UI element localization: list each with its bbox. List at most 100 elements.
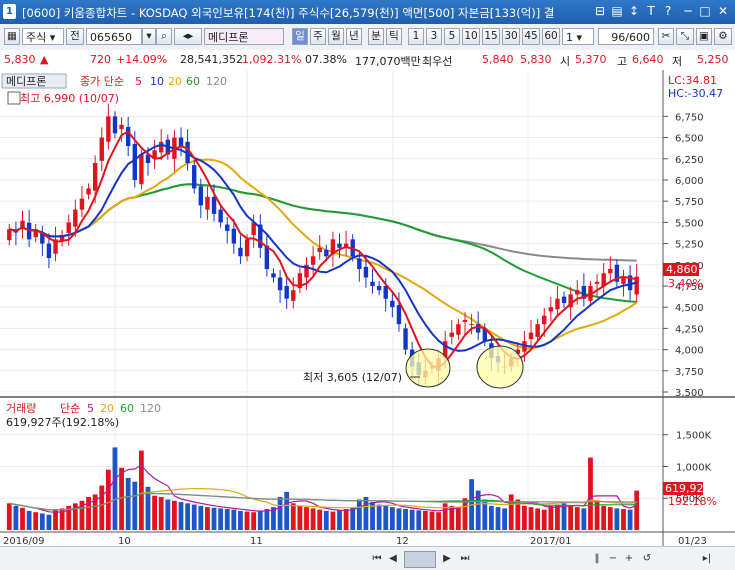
minimize-icon[interactable]: ─ [681, 4, 695, 18]
scroll-thumb[interactable] [404, 551, 436, 568]
candle-body [317, 247, 322, 253]
candle-body [528, 332, 534, 339]
last-volume-pct: 192.18% [668, 495, 717, 508]
code-dropdown-icon[interactable]: ▾ [142, 28, 156, 45]
interval-15-button[interactable]: 15 [482, 28, 500, 45]
window-menu-icon[interactable]: ⊟ [593, 4, 607, 18]
vol-ma-120-label[interactable]: 120 [140, 402, 161, 415]
period-day-tab[interactable]: 일 [292, 28, 308, 45]
stock-name-label: 메디프론 [208, 31, 249, 44]
hc-value: HC:-30.47 [668, 87, 723, 100]
mode-button[interactable]: 전 [66, 28, 84, 45]
maximize-icon[interactable]: □ [698, 4, 712, 18]
scissors-icon[interactable]: ✂ [658, 28, 674, 45]
volume-bar [20, 507, 25, 530]
volume-bar [277, 496, 283, 530]
candle-body [99, 137, 104, 161]
count-input[interactable]: 96/600 [598, 28, 654, 45]
vol-ma-60-label[interactable]: 60 [120, 402, 134, 415]
vol-ma-20-label[interactable]: 20 [100, 402, 114, 415]
volume-bar [548, 505, 554, 530]
link-icon[interactable]: ↕ [627, 4, 641, 18]
candle-body [469, 324, 474, 326]
search-icon[interactable]: ⌕ [156, 28, 172, 45]
candle-body [112, 116, 118, 134]
market-type-select[interactable]: 주식 ▾ [22, 28, 64, 45]
scroll-end-icon[interactable]: ▸| [700, 551, 714, 566]
period-week-tab[interactable]: 주 [310, 28, 326, 45]
candle-body [7, 229, 12, 241]
zoom-in-icon[interactable]: + [622, 551, 636, 566]
period-year-tab[interactable]: 년 [346, 28, 362, 45]
period-tick-tab[interactable]: 틱 [386, 28, 402, 45]
reset-icon[interactable]: ↺ [640, 551, 654, 566]
candle-body [119, 124, 124, 130]
candle-body [561, 296, 567, 303]
interval-10-button[interactable]: 10 [462, 28, 480, 45]
ma-5-label[interactable]: 5 [135, 75, 142, 88]
interval-30-button[interactable]: 30 [502, 28, 520, 45]
crosshair-icon[interactable]: ⤡ [676, 28, 694, 45]
volume-bar [627, 509, 633, 530]
turnover-rate: 07.38% [305, 53, 347, 66]
low-price: 5,250 [697, 53, 729, 66]
grid-icon[interactable]: ▦ [4, 28, 20, 45]
candle-body [608, 269, 613, 274]
price-tick-label: 6,750 [675, 112, 704, 123]
settings-icon[interactable]: ⚙ [714, 28, 732, 45]
candle-body [231, 228, 237, 244]
candle-body [291, 290, 296, 301]
interval-60-button[interactable]: 60 [542, 28, 560, 45]
layout-icon[interactable]: ▤ [610, 4, 624, 18]
candle-body [575, 290, 580, 295]
volume-bar [290, 503, 296, 530]
volume-bar [105, 469, 111, 530]
volume-bar [607, 507, 613, 530]
interval-3-button[interactable]: 3 [426, 28, 442, 45]
candle-body [218, 209, 223, 223]
interval-select[interactable]: 1 ▾ [562, 28, 594, 45]
interval-5-button[interactable]: 5 [444, 28, 460, 45]
save-icon[interactable]: ▣ [696, 28, 712, 45]
candle-body [73, 209, 78, 227]
x-label-10: 10 [118, 536, 131, 546]
pause-icon[interactable]: ‖ [590, 551, 604, 566]
volume-bar [165, 499, 171, 530]
prev-next-icon[interactable]: ◂▸ [174, 28, 202, 45]
ma-20-label[interactable]: 20 [168, 75, 182, 88]
scroll-last-icon[interactable]: ⏭ [458, 551, 472, 566]
volume-bar [581, 508, 587, 530]
candle-body [310, 256, 316, 265]
chart-area[interactable]: 메디프론 종가 단순 5 10 20 60 120 최고 6,990 (10/0… [0, 70, 735, 547]
period-month-tab[interactable]: 월 [328, 28, 344, 45]
vol-ma-5-label[interactable]: 5 [87, 402, 94, 415]
volume-bar [343, 509, 349, 530]
interval-1-button[interactable]: 1 [408, 28, 424, 45]
scroll-first-icon[interactable]: ⏮ [370, 551, 384, 566]
panel-settings-icon[interactable] [7, 91, 21, 105]
stock-code-input[interactable]: 065650 [86, 28, 142, 45]
low-label: 저 [672, 55, 683, 68]
text-icon[interactable]: T [644, 4, 658, 18]
zoom-out-icon[interactable]: − [606, 551, 620, 566]
candle-body [542, 315, 547, 325]
interval-45-button[interactable]: 45 [522, 28, 540, 45]
ma-60-label[interactable]: 60 [186, 75, 200, 88]
scroll-prev-icon[interactable]: ◀ [386, 551, 400, 566]
help-icon[interactable]: ? [661, 4, 675, 18]
volume-bar [383, 505, 389, 530]
scroll-next-icon[interactable]: ▶ [440, 551, 454, 566]
volume-bar [614, 508, 620, 530]
candle-body [125, 126, 131, 147]
close-icon[interactable]: ✕ [716, 4, 730, 18]
ma-10-label[interactable]: 10 [150, 75, 164, 88]
change-percent: +14.09% [116, 53, 168, 66]
interval-select-value: 1 [566, 31, 573, 44]
volume-bar [323, 510, 329, 530]
ma-120-label[interactable]: 120 [206, 75, 227, 88]
volume-bar [337, 510, 342, 530]
candle-body [205, 196, 210, 210]
candle-body [264, 245, 270, 270]
period-minute-tab[interactable]: 분 [368, 28, 384, 45]
candle-body [357, 258, 362, 270]
